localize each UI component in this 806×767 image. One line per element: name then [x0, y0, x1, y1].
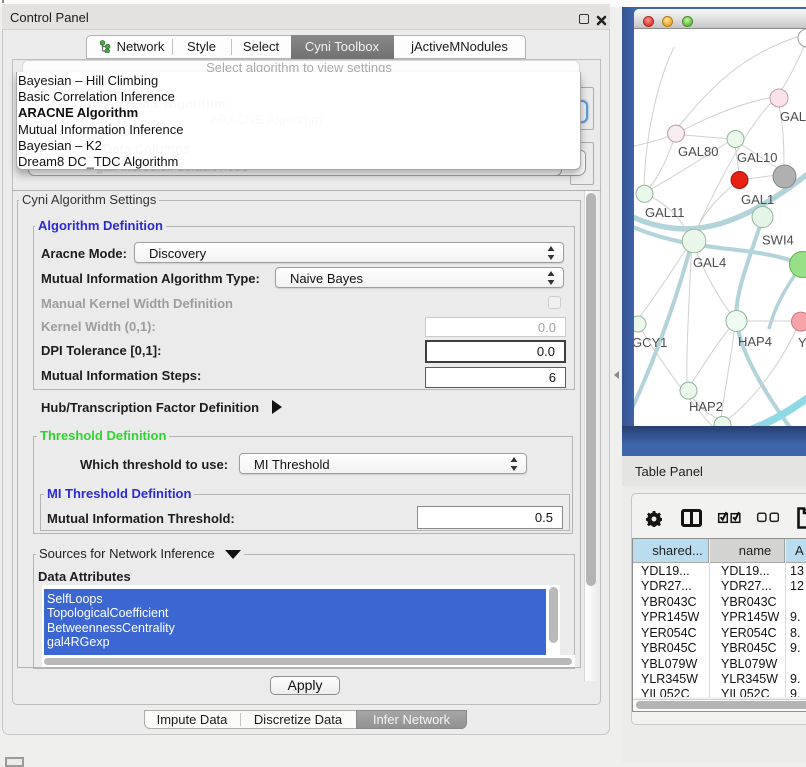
svg-text:GCY1: GCY1 — [634, 335, 667, 350]
svg-text:HAP2: HAP2 — [689, 399, 723, 414]
svg-text:GAL4: GAL4 — [693, 255, 726, 270]
svg-text:GAL10: GAL10 — [737, 150, 777, 165]
svg-text:GAL80: GAL80 — [678, 144, 718, 159]
svg-text:HAP4: HAP4 — [738, 334, 772, 349]
svg-text:GAL11: GAL11 — [645, 205, 685, 220]
svg-text:SWI4: SWI4 — [762, 233, 794, 248]
svg-text:Y: Y — [798, 335, 806, 350]
svg-text:GAL: GAL — [780, 109, 806, 124]
svg-text:GAL1: GAL1 — [741, 192, 774, 207]
